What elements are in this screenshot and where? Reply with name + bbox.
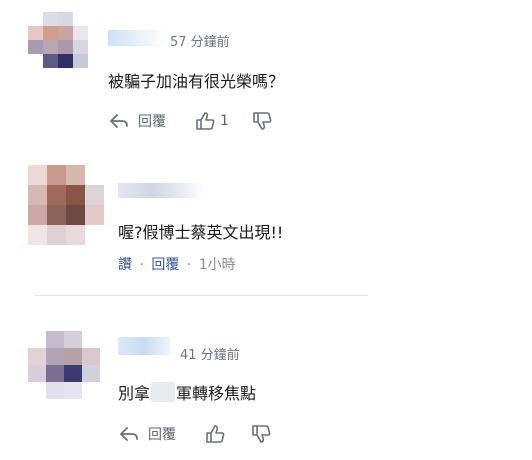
- thumbs-down-icon: [250, 424, 272, 444]
- timestamp[interactable]: 1小時: [199, 257, 236, 273]
- comment-text: 被騙子加油有很光榮嗎？: [108, 72, 285, 91]
- thumbs-down-icon: [251, 111, 273, 131]
- reply-button[interactable]: 回覆: [118, 424, 176, 444]
- comment-text: 喔?假博士蔡英文出現!!: [118, 223, 284, 242]
- like-button[interactable]: [204, 424, 226, 444]
- thumbs-up-icon: [194, 111, 216, 131]
- comment-text-part: 軍轉移焦點: [176, 384, 257, 403]
- timestamp[interactable]: 57 分鐘前: [170, 31, 230, 50]
- comment-text-part: 別拿: [118, 384, 151, 403]
- reply-link[interactable]: 回覆: [151, 257, 179, 273]
- comment-actions: 回覆 1: [108, 111, 273, 131]
- divider: [34, 295, 368, 296]
- comment-text: 別拿 軍轉移焦點: [118, 380, 256, 404]
- separator: ·: [139, 257, 144, 273]
- avatar: [28, 331, 100, 399]
- avatar: [28, 12, 88, 82]
- thumbs-up-icon: [204, 424, 226, 444]
- separator: ·: [186, 257, 192, 273]
- reply-icon: [118, 425, 140, 443]
- dislike-button[interactable]: [250, 424, 272, 444]
- reply-label: 回覆: [138, 114, 166, 130]
- like-link[interactable]: 讚: [118, 257, 132, 273]
- username-redacted[interactable]: [108, 30, 166, 46]
- like-button[interactable]: 1: [194, 111, 229, 131]
- reply-label: 回覆: [148, 427, 176, 443]
- comment-actions: 讚 · 回覆 · 1小時: [118, 254, 236, 274]
- reply-icon: [108, 112, 130, 130]
- username-redacted[interactable]: [118, 183, 204, 198]
- username-redacted[interactable]: [118, 337, 170, 355]
- comment-actions: 回覆: [118, 424, 272, 444]
- dislike-button[interactable]: [251, 111, 273, 131]
- timestamp[interactable]: 41 分鐘前: [180, 344, 240, 363]
- avatar: [28, 165, 104, 245]
- reply-button[interactable]: 回覆: [108, 111, 166, 131]
- like-count: 1: [220, 113, 229, 129]
- redacted-text: [151, 382, 176, 402]
